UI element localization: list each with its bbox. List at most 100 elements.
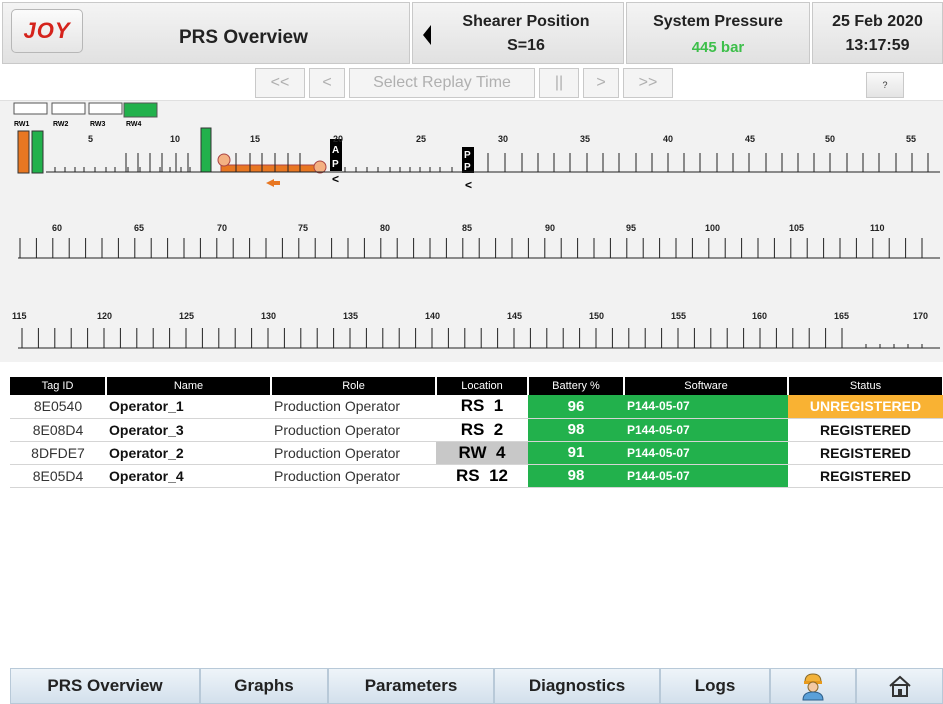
svg-text:P: P (464, 162, 471, 173)
row1-num: 10 (170, 134, 180, 144)
location-cell: RS 12 (436, 464, 528, 488)
help-button[interactable]: ? (866, 72, 904, 98)
shearer-position-value: S=16 (507, 37, 545, 54)
time-text: 13:17:59 (845, 37, 910, 54)
pressure-panel: System Pressure 445 bar (626, 2, 810, 64)
col-header-status[interactable]: Status (788, 377, 943, 395)
row1-num: 25 (416, 134, 426, 144)
row1-num: 45 (745, 134, 755, 144)
row3-num: 140 (425, 311, 440, 321)
roadway-overview: RW1 RW2 RW3 RW4 A P < P P < 5 10 15 20 2… (0, 100, 943, 362)
shearer-drum-right-icon (313, 160, 327, 174)
row3-num: 125 (179, 311, 194, 321)
table-row[interactable]: 8E08D4 Operator_3 Production Operator RS… (10, 418, 943, 442)
tab-graphs[interactable]: Graphs (200, 668, 328, 704)
row1-num: 35 (580, 134, 590, 144)
beacon-green[interactable] (31, 130, 44, 174)
svg-text:A: A (332, 145, 339, 156)
software-cell: P144-05-07 (624, 418, 788, 442)
battery-cell: 91 (528, 441, 624, 465)
status-cell: REGISTERED (788, 464, 943, 488)
role-cell: Production Operator (271, 464, 436, 488)
table-header-row: Tag ID Name Role Location Battery % Soft… (10, 377, 943, 395)
row3-num: 145 (507, 311, 522, 321)
table-row[interactable]: 8DFDE7 Operator_2 Production Operator RW… (10, 441, 943, 465)
tag-ap-arrow: < (332, 172, 339, 186)
row1-num: 20 (333, 134, 343, 144)
battery-cell: 98 (528, 418, 624, 442)
datetime-panel: 25 Feb 2020 13:17:59 (812, 2, 943, 64)
rw4-box[interactable] (123, 102, 158, 118)
row2-num: 60 (52, 223, 62, 233)
support-11-active[interactable] (200, 127, 212, 173)
shearer-panel: Shearer Position S=16 (412, 2, 624, 64)
name-cell: Operator_1 (106, 395, 271, 419)
operator-icon (802, 673, 824, 701)
operator-tag-table: Tag ID Name Role Location Battery % Soft… (10, 377, 943, 488)
shearer-direction-arrow-icon (266, 179, 274, 187)
location-cell: RS 1 (436, 395, 528, 419)
table-row[interactable]: 8E0540 Operator_1 Production Operator RS… (10, 395, 943, 419)
col-header-tag-id[interactable]: Tag ID (10, 377, 107, 395)
name-cell: Operator_2 (106, 441, 271, 465)
row1-num: 30 (498, 134, 508, 144)
rw3-label: RW3 (90, 121, 106, 128)
bottom-nav: PRS Overview Graphs Parameters Diagnosti… (10, 668, 943, 704)
rw3-box[interactable] (88, 102, 123, 115)
row1-num: 15 (250, 134, 260, 144)
rw1-box[interactable] (13, 102, 48, 115)
title-panel: JOY PRS Overview (2, 2, 410, 64)
status-cell: REGISTERED (788, 441, 943, 465)
tag-id-cell: 8E0540 (10, 395, 106, 419)
row1-num: 40 (663, 134, 673, 144)
select-replay-time-button[interactable]: Select Replay Time (349, 68, 535, 98)
row2-num: 70 (217, 223, 227, 233)
row2-num: 75 (298, 223, 308, 233)
beacon-orange[interactable] (17, 130, 30, 174)
row2-num: 105 (789, 223, 804, 233)
replay-first-button[interactable]: << (255, 68, 305, 98)
tag-id-cell: 8E05D4 (10, 464, 106, 488)
row2-num: 110 (870, 223, 885, 233)
support-track-diagram: RW1 RW2 RW3 RW4 A P < P P < 5 10 15 20 2… (12, 102, 940, 349)
system-pressure-label: System Pressure (653, 13, 783, 30)
tab-prs-overview[interactable]: PRS Overview (10, 668, 200, 704)
row3-num: 170 (913, 311, 928, 321)
rw2-box[interactable] (51, 102, 86, 115)
row3-num: 155 (671, 311, 686, 321)
role-cell: Production Operator (271, 418, 436, 442)
home-button[interactable] (856, 668, 943, 704)
tab-diagnostics[interactable]: Diagnostics (494, 668, 660, 704)
row3-num: 115 (12, 311, 27, 321)
col-header-battery[interactable]: Battery % (528, 377, 625, 395)
shearer-position-label: Shearer Position (462, 13, 590, 30)
replay-next-button[interactable]: > (583, 68, 619, 98)
rw4-label: RW4 (126, 121, 142, 128)
col-header-software[interactable]: Software (624, 377, 789, 395)
tab-logs[interactable]: Logs (660, 668, 770, 704)
battery-cell: 96 (528, 395, 624, 419)
col-header-location[interactable]: Location (436, 377, 529, 395)
replay-last-button[interactable]: >> (623, 68, 673, 98)
row2-num: 80 (380, 223, 390, 233)
svg-text:P: P (332, 159, 339, 170)
row3-num: 160 (752, 311, 767, 321)
row3-num: 130 (261, 311, 276, 321)
replay-pause-button[interactable]: || (539, 68, 579, 98)
row3-num: 120 (97, 311, 112, 321)
table-row[interactable]: 8E05D4 Operator_4 Production Operator RS… (10, 464, 943, 488)
row2-num: 65 (134, 223, 144, 233)
row3-num: 135 (343, 311, 358, 321)
name-cell: Operator_4 (106, 464, 271, 488)
operator-button[interactable] (770, 668, 856, 704)
name-cell: Operator_3 (106, 418, 271, 442)
tab-parameters[interactable]: Parameters (328, 668, 494, 704)
replay-prev-button[interactable]: < (309, 68, 345, 98)
col-header-role[interactable]: Role (271, 377, 437, 395)
page-title: PRS Overview (179, 27, 308, 48)
software-cell: P144-05-07 (624, 441, 788, 465)
rw2-label: RW2 (53, 121, 69, 128)
system-pressure-value: 445 bar (691, 39, 745, 56)
role-cell: Production Operator (271, 441, 436, 465)
col-header-name[interactable]: Name (106, 377, 272, 395)
